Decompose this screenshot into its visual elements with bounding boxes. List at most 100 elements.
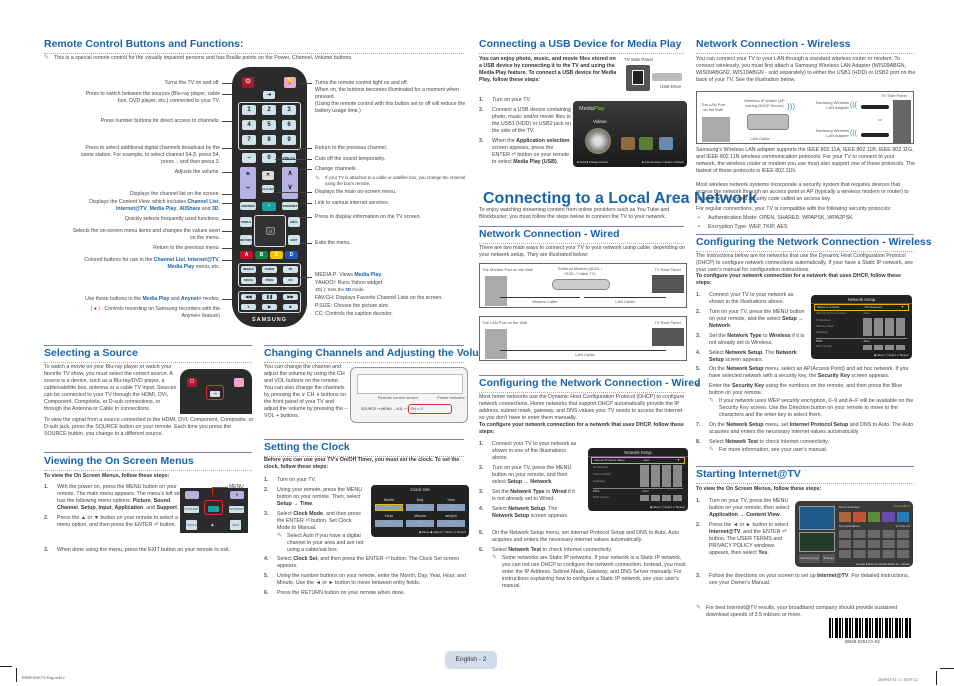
t: Enter the [709,382,732,389]
network-screen-footer: ◆ Move ⏎ Enter ↩ Return [873,353,909,358]
label-light: Turns the remote control light on and of… [315,80,470,115]
internet-tv-brand: Internet@TV [892,504,910,508]
num-2: 2 [262,105,276,115]
t: Internet Protocol Setup [816,311,847,315]
step-number: 8. [696,438,701,445]
cable-line [584,297,666,298]
fn-psize: P.SIZE: Choose the picture size. [315,303,390,310]
caption-power: Power Indicator [437,395,465,400]
app-tile [839,512,852,522]
t: Press the ▲ or ▼ button on your remote t… [57,514,178,528]
config-wired-steps-lower: 5. On the Network Setup menu, set Interne… [479,530,689,593]
step-number: 3. [264,510,269,517]
t: menu, set [763,421,790,428]
rewind-button: ◀◀ [241,294,256,300]
source-button: ⇥ [263,91,275,99]
or-caption: or [878,117,882,122]
step: 4. Select Clock Set, and then press the E… [264,556,469,570]
color-button-c: C [270,251,283,259]
list-item: Encryption Type: WEP, TKIP, AES [696,224,916,231]
barcode-text: BN68-02617A-02 [845,639,880,644]
record-icon: ( ● ) [90,306,101,312]
num-6: 6 [282,120,296,130]
step-number: 1. [696,498,701,504]
t: Network Test [725,438,759,445]
t: Press the ◄ or ► button to select [709,521,789,528]
config-wireless-lead: To configure your network connection for… [696,273,901,286]
t: For more information, see your user's ma… [719,446,828,453]
label-chlist: Displays the channel list on the screen. [130,191,220,197]
channel-rocker: ∧ ∨ [282,167,298,199]
wall-plate [485,329,507,359]
record-button: ● [241,304,256,310]
t: Internet@TV [709,528,741,535]
light-icon [234,378,244,387]
section-rule [696,466,914,467]
t: Sound [153,497,171,504]
ip-address-row: IP Address [816,318,831,322]
config-wired-lead: To configure your network connection for… [479,422,684,435]
info-button: INFO [288,217,300,227]
gateway-row: Gateway [816,330,828,334]
t: Turn on your TV. [492,97,531,103]
t: . [729,322,732,329]
t: to check Internet connectivity. [541,546,612,553]
list-item: Authentication Mode: OPEN, SHARED, WPAPS… [696,215,916,222]
ip-setup-row: Internet Protocol Setup: Auto ▼ [591,457,685,464]
t: mode. [351,287,365,293]
network-setup-screen-wireless: Network Setup Select a network: Not Sele… [811,295,912,359]
changing-channels-title: Changing Channels and Adjusting the Volu… [264,347,494,363]
menu-callout-line [212,487,228,488]
clock-screen-footer: ◆ Move ◆ Adjust ⏎ Enter ↩ Return [418,530,466,535]
adapter-dongle [861,133,889,137]
step-number: 4. [696,349,701,356]
t: . [551,478,553,485]
year-field: ---- [437,503,465,511]
t: Setup → Network [507,478,552,485]
music-icon [639,137,653,150]
section-rule [696,234,914,235]
volume-rocker: + – [240,167,256,199]
label-direction: Selects the on-screen menu items and cha… [72,228,220,242]
color-button-a: A [240,251,253,259]
step: 3. When the Application selection screen … [479,138,571,166]
label-source: Press to switch between the sources (Blu… [85,91,220,105]
yahoo-button: YAHOO! [262,266,277,273]
t: Setup → Time [277,500,313,507]
step: 4. Select Network Setup. The Network Setu… [479,506,579,520]
day-field: -- [406,503,434,511]
wireless-p3: Most wireless network systems incorporat… [696,182,909,202]
usb-title: Connecting a USB Device for Media Play [479,38,684,54]
t: Select [709,349,726,356]
config-wired-note: ✎ Some networks are Static IP networks. I… [492,555,689,590]
dash-button: – [242,153,256,163]
t: . [176,504,179,511]
t: Using your remote, press the MENU button… [277,486,363,500]
clock-note: ✎ Select Auto if you have a digital chann… [277,533,364,554]
usb-port-icon [632,70,644,85]
settings-button: Settings [822,554,835,563]
enter-button: ⏎ [266,227,275,235]
step-number: 2. [696,308,701,315]
t: Select [277,510,294,517]
t: Anynet+ [180,296,202,302]
step-number: 2. [44,514,49,521]
label-power: Turns the TV on and off. [164,80,220,86]
on-screen-menus-steps: 1. With the power on, press the MENU butt… [44,484,184,532]
step: 1. Turn on your TV. [264,477,364,484]
step-number: 6. [264,589,269,596]
film-reel-icon [585,128,611,154]
wall-plate [702,117,730,142]
lan-cable-caption: LAN Cable [750,136,770,141]
vol-down-icon: – [245,183,251,192]
t: Media [579,106,594,112]
page-number-label: English - 2 [445,651,497,669]
recommended-label: Recommended [839,505,860,509]
month-field: -- [375,504,403,511]
dns-octet-grid [640,495,684,501]
chdown-icon: ∨ [230,491,244,499]
t: Connect your TV to your network as shown… [492,441,577,461]
t: Connect your TV to your network as shown… [709,292,794,305]
direction-pad: ⏎ [254,215,286,247]
section-rule [264,345,464,346]
